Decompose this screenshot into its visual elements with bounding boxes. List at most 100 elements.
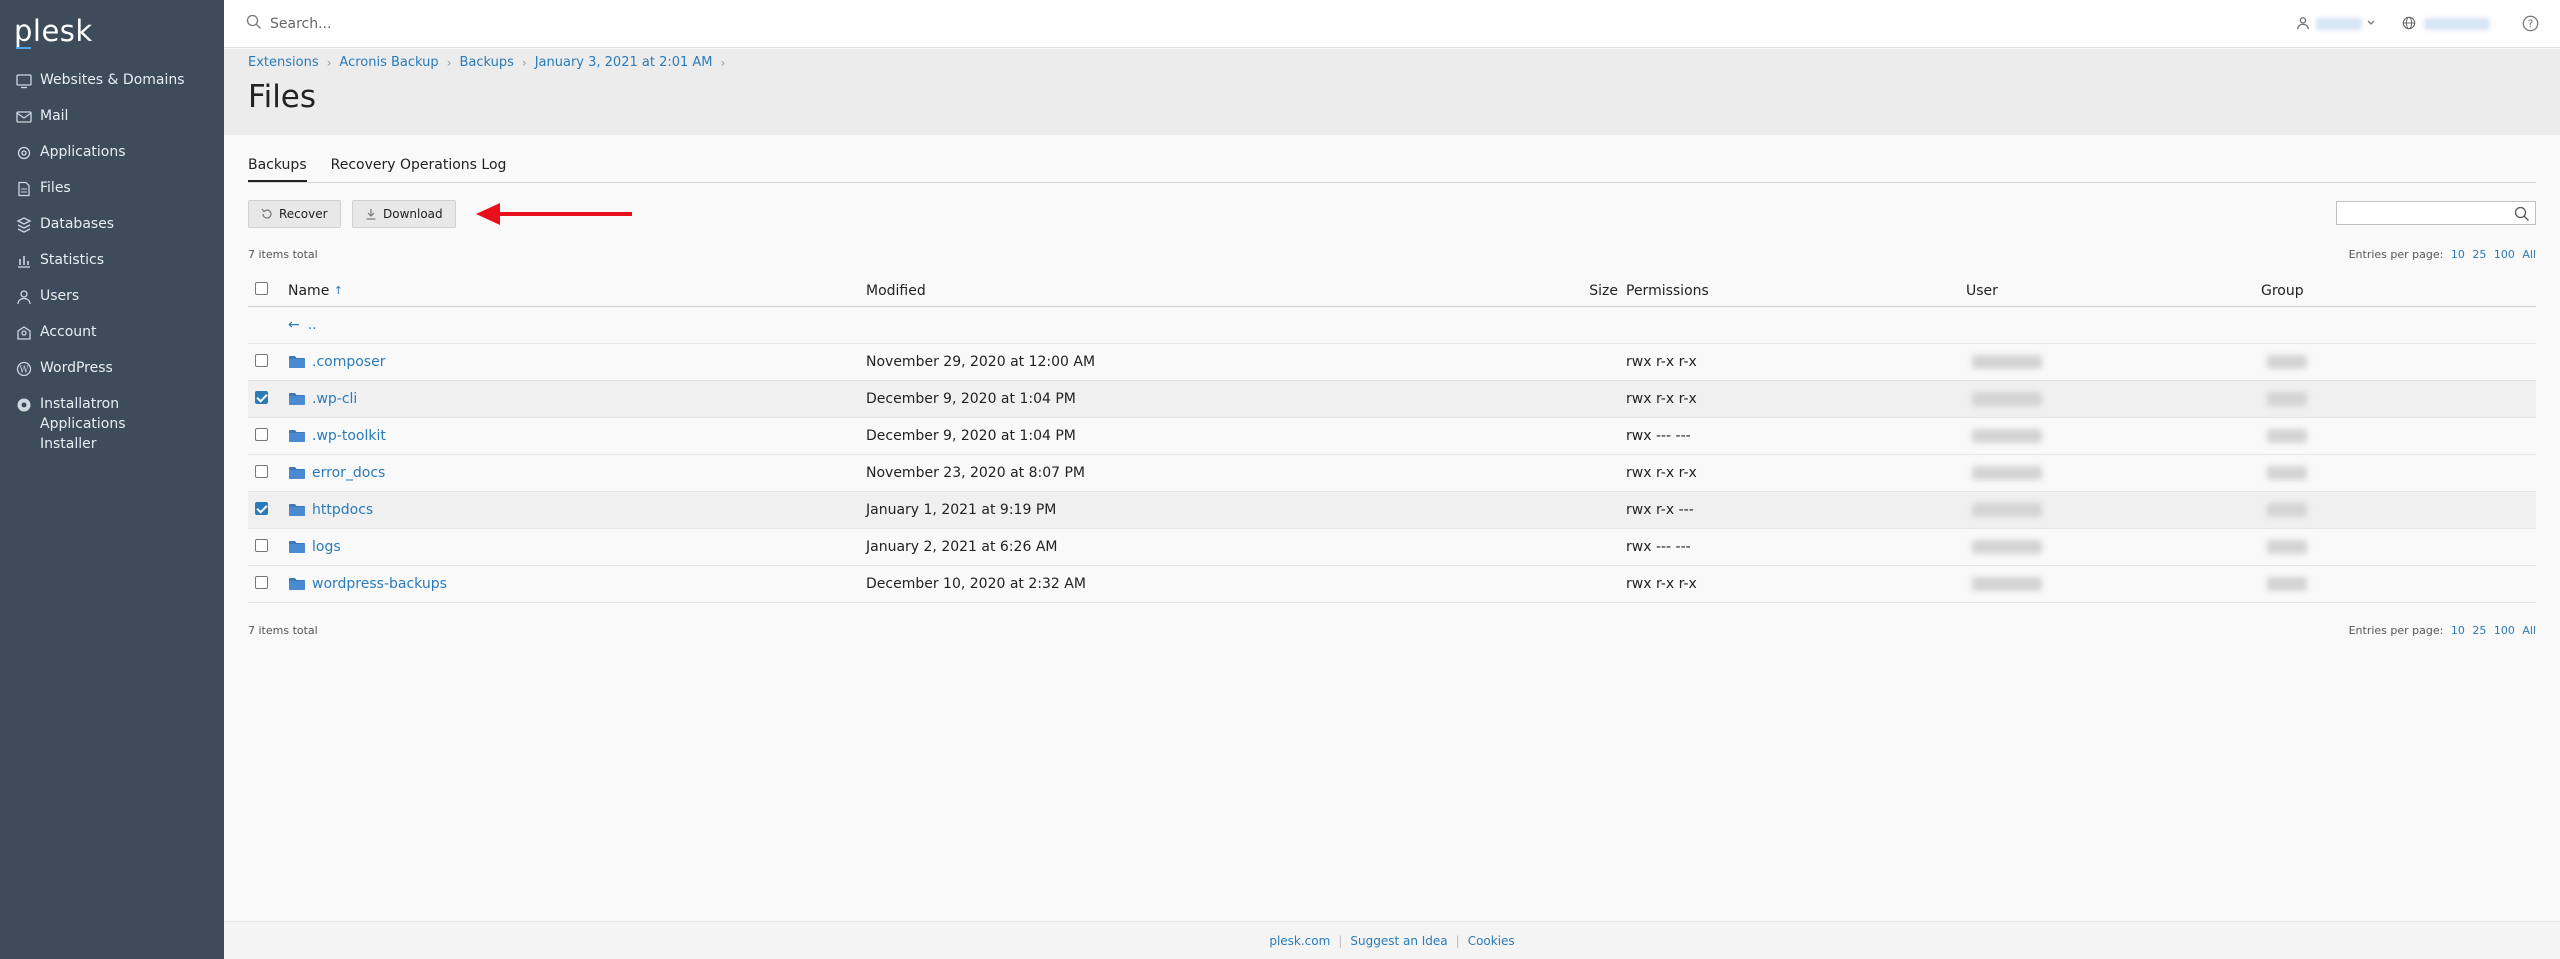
footer-separator: | xyxy=(1338,933,1343,948)
sidebar-item-wordpress[interactable]: W WordPress xyxy=(0,358,224,394)
entries-option-100[interactable]: 100 xyxy=(2494,248,2515,261)
sidebar-item-mail[interactable]: Mail xyxy=(0,106,224,142)
file-icon xyxy=(18,181,30,197)
entries-option-all[interactable]: All xyxy=(2522,624,2536,637)
plesk-logo[interactable]: plesk xyxy=(14,14,93,48)
row-checkbox[interactable] xyxy=(255,353,268,367)
chevron-right-icon: › xyxy=(446,55,452,70)
modified-cell: January 2, 2021 at 6:26 AM xyxy=(866,539,1058,555)
parent-directory-row[interactable]: ← .. xyxy=(248,307,2536,344)
entries-per-page-bottom: Entries per page: 10 25 100 All xyxy=(2349,624,2536,637)
chevron-right-icon: › xyxy=(521,55,527,70)
table-row[interactable]: error_docs November 23, 2020 at 8:07 PM rw… xyxy=(248,455,2536,492)
user-cell xyxy=(1966,540,2261,554)
sidebar-item-label: Users xyxy=(40,288,80,304)
search-icon[interactable] xyxy=(2514,206,2530,222)
entries-option-25[interactable]: 25 xyxy=(2472,248,2486,261)
sort-arrow-icon: ↑ xyxy=(333,284,343,297)
folder-link[interactable]: .wp-cli xyxy=(312,391,357,407)
table-row[interactable]: .wp-toolkit December 9, 2020 at 1:04 PM rw… xyxy=(248,418,2536,455)
column-group[interactable]: Group xyxy=(2261,283,2461,299)
sidebar-item-users[interactable]: Users xyxy=(0,286,224,322)
sidebar-item-databases[interactable]: Databases xyxy=(0,214,224,250)
entries-option-all[interactable]: All xyxy=(2522,248,2536,261)
list-search-input[interactable] xyxy=(2336,201,2536,225)
entries-option-10[interactable]: 10 xyxy=(2451,248,2465,261)
breadcrumb-backups[interactable]: Backups xyxy=(459,55,513,70)
footer-link-suggest-idea[interactable]: Suggest an Idea xyxy=(1350,934,1447,948)
footer-link-plesk[interactable]: plesk.com xyxy=(1269,934,1330,948)
group-cell xyxy=(2261,429,2461,443)
svg-text:W: W xyxy=(19,366,29,376)
name-cell: .wp-cli xyxy=(288,391,866,407)
sidebar-item-applications[interactable]: Applications xyxy=(0,142,224,178)
sidebar-item-websites-domains[interactable]: Websites & Domains xyxy=(0,70,224,106)
tab-backups[interactable]: Backups xyxy=(248,157,307,182)
group-redacted xyxy=(2267,355,2307,369)
column-modified[interactable]: Modified xyxy=(866,283,1618,299)
group-cell xyxy=(2261,540,2461,554)
folder-link[interactable]: .composer xyxy=(312,354,385,370)
chevron-down-icon[interactable] xyxy=(2366,18,2376,28)
help-icon[interactable]: ? xyxy=(2522,15,2539,32)
table-row[interactable]: httpdocs January 1, 2021 at 9:19 PM rwx r-… xyxy=(248,492,2536,529)
user-redacted xyxy=(1972,466,2042,480)
footer: plesk.com | Suggest an Idea | Cookies xyxy=(224,921,2560,959)
sidebar-item-label: Applications xyxy=(40,144,126,160)
sidebar-item-installatron[interactable]: Installatron Applications Installer xyxy=(0,394,224,452)
tab-recovery-operations-log[interactable]: Recovery Operations Log xyxy=(331,157,507,182)
globe-icon[interactable] xyxy=(2402,16,2416,30)
breadcrumb-acronis-backup[interactable]: Acronis Backup xyxy=(339,55,438,70)
entries-option-100[interactable]: 100 xyxy=(2494,624,2515,637)
row-checkbox[interactable] xyxy=(255,501,268,515)
entries-option-10[interactable]: 10 xyxy=(2451,624,2465,637)
group-redacted xyxy=(2267,503,2307,517)
row-checkbox[interactable] xyxy=(255,427,268,441)
folder-link[interactable]: error_docs xyxy=(312,465,385,481)
group-redacted xyxy=(2267,540,2307,554)
folder-link[interactable]: wordpress-backups xyxy=(312,576,447,592)
column-size[interactable]: Size xyxy=(1586,283,1618,299)
items-total-top: 7 items total xyxy=(248,248,318,261)
search-input[interactable] xyxy=(270,12,670,36)
breadcrumb: Extensions › Acronis Backup › Backups › … xyxy=(248,55,733,70)
main-content: Backups Recovery Operations Log Recover … xyxy=(224,135,2560,921)
table-header: Name ↑ Modified Size Permissions User Gr… xyxy=(248,275,2536,307)
table-row[interactable]: wordpress-backups December 10, 2020 at 2:… xyxy=(248,566,2536,603)
footer-link-cookies[interactable]: Cookies xyxy=(1468,934,1515,948)
sidebar-item-label: Mail xyxy=(40,108,69,124)
table-row[interactable]: .wp-cli December 9, 2020 at 1:04 PM rwx r-… xyxy=(248,381,2536,418)
table-row[interactable]: .composer November 29, 2020 at 12:00 AM rw… xyxy=(248,344,2536,381)
folder-link[interactable]: httpdocs xyxy=(312,502,373,518)
installatron-label-line2: Installer xyxy=(40,436,97,452)
group-redacted xyxy=(2267,429,2307,443)
column-name[interactable]: Name ↑ xyxy=(288,283,866,299)
breadcrumb-backup-date[interactable]: January 3, 2021 at 2:01 AM xyxy=(535,55,713,70)
breadcrumb-extensions[interactable]: Extensions xyxy=(248,55,319,70)
table-row[interactable]: logs January 2, 2021 at 6:26 AM rwx --- --… xyxy=(248,529,2536,566)
name-cell: .wp-toolkit xyxy=(288,428,866,444)
gear-icon xyxy=(17,146,31,160)
permissions-cell: rwx r-x r-x xyxy=(1626,391,1697,407)
folder-link[interactable]: .wp-toolkit xyxy=(312,428,386,444)
user-name-redacted[interactable] xyxy=(2316,18,2362,30)
entries-option-25[interactable]: 25 xyxy=(2472,624,2486,637)
sidebar-item-files[interactable]: Files xyxy=(0,178,224,214)
select-all-checkbox[interactable] xyxy=(255,282,268,295)
sidebar-item-statistics[interactable]: Statistics xyxy=(0,250,224,286)
page-title: Files xyxy=(248,79,317,115)
logo-accent xyxy=(16,47,31,49)
row-checkbox[interactable] xyxy=(255,538,268,552)
column-user[interactable]: User xyxy=(1966,283,2261,299)
folder-link[interactable]: logs xyxy=(312,539,341,555)
column-permissions[interactable]: Permissions xyxy=(1626,283,1966,299)
row-checkbox[interactable] xyxy=(255,575,268,589)
parent-directory-link[interactable]: .. xyxy=(308,317,317,333)
user-icon[interactable] xyxy=(2296,16,2310,30)
download-button[interactable]: Download xyxy=(352,200,456,228)
recover-button[interactable]: Recover xyxy=(248,200,341,228)
sidebar-item-account[interactable]: Account xyxy=(0,322,224,358)
row-checkbox[interactable] xyxy=(255,464,268,478)
subscription-name-redacted[interactable] xyxy=(2424,18,2490,30)
row-checkbox[interactable] xyxy=(255,390,268,404)
